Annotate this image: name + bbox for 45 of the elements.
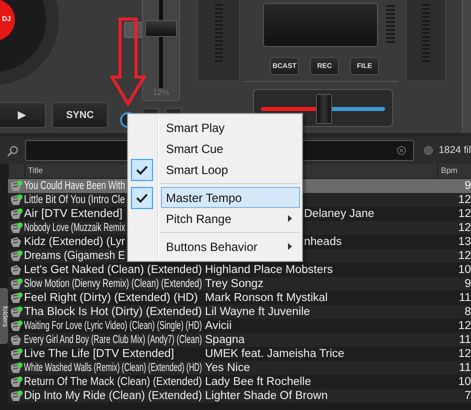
- table-cell: Nobody Love (Muzzaik Remix: [24, 221, 125, 235]
- table-cell: Slow Motion (Dienvy Remix) (Clean) (Extended): [24, 277, 202, 291]
- table-cell: 7: [464, 389, 471, 403]
- table-cell: 12: [458, 249, 471, 263]
- table-cell: White Washed Walls (Remix) (Clean) (Extended) (HD): [24, 361, 202, 375]
- table-cell: Dreams (Gigamesh E: [24, 249, 125, 263]
- table-cell: 10: [458, 263, 471, 277]
- table-cell: 12: [458, 319, 471, 333]
- table-cell: Yes Nice: [205, 361, 250, 375]
- table-cell: Live The Life [DTV Extended]: [24, 347, 174, 361]
- table-cell: 12: [458, 221, 471, 235]
- table-cell: 8: [464, 305, 471, 319]
- table-cell: 12: [458, 207, 471, 221]
- table-cell: 11: [459, 361, 471, 375]
- table-cell: 9: [464, 179, 471, 193]
- table-cell: Feel Right (Dirty) (Extended) (HD): [24, 291, 198, 305]
- file-count: 1824 fil: [438, 145, 471, 156]
- table-cell: Let's Get Naked (Clean) (Extended): [24, 263, 202, 277]
- table-cell: You Could Have Been With: [24, 179, 125, 193]
- table-cell: 10: [458, 375, 471, 389]
- table-cell: 12: [458, 193, 471, 207]
- table-cell: Little Bit Of You (Intro Cle: [24, 193, 125, 207]
- table-cell: 11: [459, 291, 471, 305]
- table-cell: Air [DTV Extended]: [24, 207, 122, 221]
- table-cell: Mark Ronson ft Mystikal: [205, 291, 328, 305]
- table-cell: Every Girl And Boy (Rare Club Mix) (Andy7) (Clean): [24, 333, 202, 347]
- table-cell: Spagna: [205, 333, 245, 347]
- table-cell: Highland Place Mobsters: [205, 263, 333, 277]
- table-cell: Lighter Shade Of Brown: [205, 389, 328, 403]
- table-cell: 13: [458, 235, 471, 249]
- table-cell: Waiting For Love (Lyric Video) (Clean) (Single) (HD): [24, 319, 202, 333]
- table-cell: Lady Bee ft Rochelle: [205, 375, 312, 389]
- table-cell: 12: [458, 347, 471, 361]
- table-cell: Dip Into My Ride (Clean) (Extended): [24, 389, 202, 403]
- table-cell: Kidz (Extended) (Lyr: [24, 235, 125, 249]
- table-cell: Tha Block Is Hot (Dirty) (Extended): [24, 305, 202, 319]
- table-cell: Delaney Jane: [304, 207, 374, 221]
- table-cell: Avicii: [205, 319, 232, 333]
- table-cell: Lil Wayne ft Juvenile: [205, 305, 310, 319]
- table-cell: Trey Songz: [205, 277, 264, 291]
- table-cell: nheads: [304, 235, 342, 249]
- table-cell: 9: [464, 277, 471, 291]
- table-cell: 11: [459, 333, 471, 347]
- table-cell: UMEK feat. Jameisha Trice: [205, 347, 344, 361]
- table-cell: Return Of The Mack (Clean) (Extended): [24, 375, 202, 389]
